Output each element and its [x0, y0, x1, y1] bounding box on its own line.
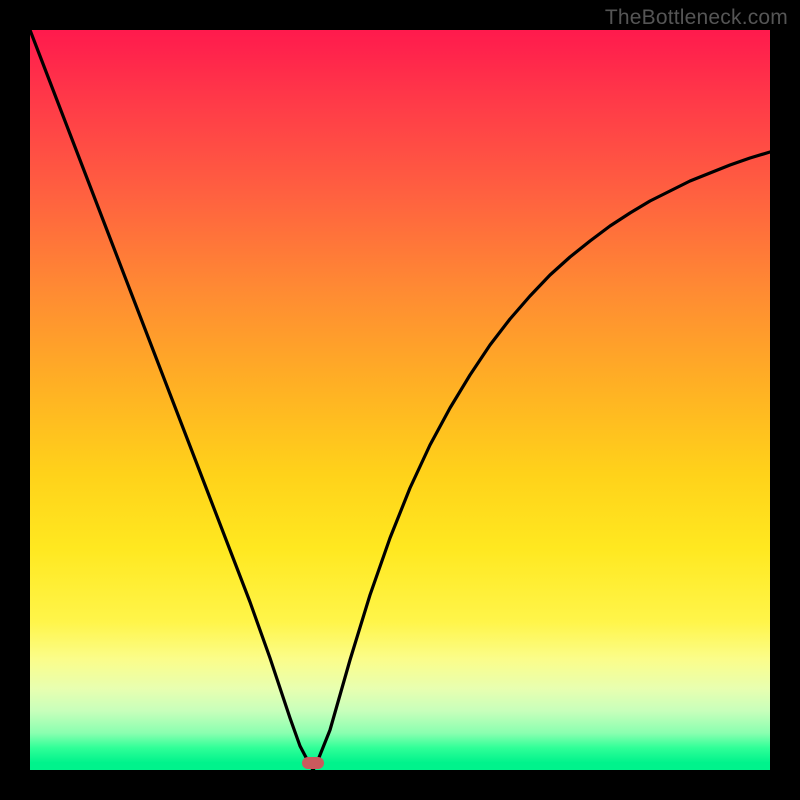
optimal-marker	[302, 757, 324, 769]
plot-area	[30, 30, 770, 770]
watermark-text: TheBottleneck.com	[605, 6, 788, 30]
bottleneck-curve	[30, 30, 770, 770]
